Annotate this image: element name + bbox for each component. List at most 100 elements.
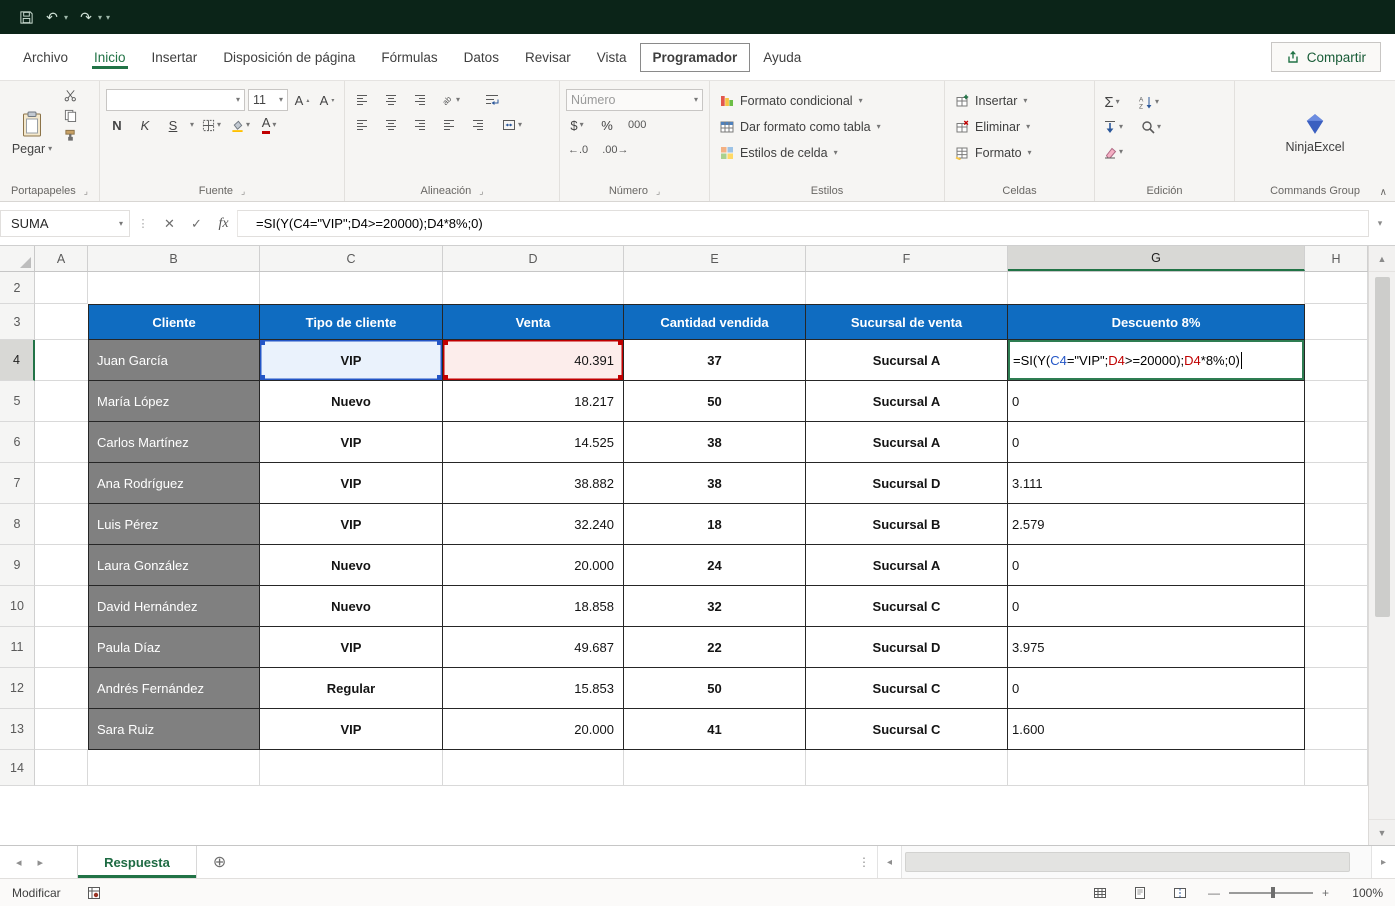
tab-vista[interactable]: Vista (584, 43, 640, 72)
redo-button[interactable]: ↷ (74, 5, 98, 29)
share-button[interactable]: Compartir (1270, 42, 1381, 72)
col-header-E[interactable]: E (624, 246, 806, 271)
col-header-F[interactable]: F (806, 246, 1008, 271)
bold-button[interactable]: N (106, 114, 128, 136)
dialog-launcher-icon[interactable]: ⌟ (84, 186, 88, 197)
undo-chevron-icon[interactable]: ▾ (64, 13, 68, 22)
tab-insertar[interactable]: Insertar (139, 43, 211, 72)
cell-venta[interactable]: 49.687 (443, 627, 624, 668)
grid-cell[interactable] (1305, 668, 1368, 709)
col-header-C[interactable]: C (260, 246, 443, 271)
percent-format-button[interactable]: % (596, 114, 618, 136)
cell-cantidad[interactable]: 37 (624, 340, 806, 381)
format-cells-button[interactable]: Formato ▾ (951, 140, 1088, 166)
grid-cell[interactable] (260, 272, 443, 304)
cell-tipo[interactable]: VIP (260, 709, 443, 750)
cell-descuento[interactable]: 0 (1008, 668, 1305, 709)
zoom-slider-handle[interactable] (1270, 887, 1275, 898)
cell-cliente[interactable]: Laura González (88, 545, 260, 586)
cell-venta[interactable]: 20.000 (443, 545, 624, 586)
comma-format-button[interactable]: 000 (626, 114, 648, 136)
cell-cliente[interactable]: Paula Díaz (88, 627, 260, 668)
cell-tipo[interactable]: VIP (260, 463, 443, 504)
cell-descuento[interactable]: 0 (1008, 381, 1305, 422)
align-middle-icon[interactable] (380, 89, 402, 111)
ref-handle[interactable] (437, 375, 442, 380)
clear-button[interactable]: ▾ (1101, 141, 1125, 163)
grid-cell[interactable] (806, 750, 1008, 786)
row-header-14[interactable]: 14 (0, 750, 35, 786)
header-sucursal[interactable]: Sucursal de venta (806, 304, 1008, 340)
grid-cell[interactable] (1305, 545, 1368, 586)
cell-descuento[interactable]: 0 (1008, 586, 1305, 627)
header-tipo[interactable]: Tipo de cliente (260, 304, 443, 340)
grid-cell[interactable] (35, 463, 88, 504)
grid-cell[interactable] (1305, 586, 1368, 627)
cell-venta-referenced[interactable]: 40.391 (443, 340, 624, 381)
normal-view-icon[interactable] (1088, 883, 1112, 903)
tab-inicio[interactable]: Inicio (81, 43, 139, 72)
grid-cell[interactable] (88, 750, 260, 786)
delete-cells-button[interactable]: Eliminar ▾ (951, 114, 1088, 140)
confirm-entry-button[interactable]: ✓ (183, 210, 210, 237)
cell-venta[interactable]: 32.240 (443, 504, 624, 545)
grid-cell[interactable] (35, 627, 88, 668)
cell-formula-editing[interactable]: =SI(Y(C4="VIP";D4>=20000);D4*8%;0) (1008, 340, 1305, 381)
tab-datos[interactable]: Datos (451, 43, 512, 72)
cell-sucursal[interactable]: Sucursal C (806, 668, 1008, 709)
cell-sucursal[interactable]: Sucursal B (806, 504, 1008, 545)
currency-format-button[interactable]: $ ▾ (566, 114, 588, 136)
row-header[interactable]: 11 (0, 627, 35, 668)
cell-venta[interactable]: 18.217 (443, 381, 624, 422)
cell-cantidad[interactable]: 50 (624, 668, 806, 709)
cell-tipo[interactable]: Nuevo (260, 586, 443, 627)
sheet-tab-respuesta[interactable]: Respuesta (77, 846, 197, 878)
tab-ayuda[interactable]: Ayuda (750, 43, 814, 72)
scroll-left-icon[interactable]: ◂ (877, 846, 901, 878)
grid-cell[interactable] (1305, 340, 1368, 381)
cell-venta[interactable]: 18.858 (443, 586, 624, 627)
paste-button[interactable]: Pegar ▾ (6, 86, 58, 181)
cell-styles-button[interactable]: Estilos de celda ▾ (716, 140, 938, 166)
collapse-ribbon-icon[interactable]: ∧ (1380, 187, 1387, 198)
dialog-launcher-icon[interactable]: ⌟ (479, 186, 483, 197)
col-header-G[interactable]: G (1008, 246, 1305, 271)
row-header[interactable]: 6 (0, 422, 35, 463)
cell-cliente[interactable]: Juan García (88, 340, 260, 381)
zoom-in-button[interactable]: + (1322, 886, 1329, 900)
decrease-decimal-icon[interactable]: .00→ (600, 139, 630, 161)
cell-cantidad[interactable]: 18 (624, 504, 806, 545)
cell-descuento[interactable]: 3.975 (1008, 627, 1305, 668)
cell-cantidad[interactable]: 22 (624, 627, 806, 668)
grid-cell[interactable] (1008, 750, 1305, 786)
row-header[interactable]: 12 (0, 668, 35, 709)
grid-cell[interactable] (443, 750, 624, 786)
cell-cliente[interactable]: David Hernández (88, 586, 260, 627)
cell-cantidad[interactable]: 32 (624, 586, 806, 627)
grid-cell[interactable] (35, 709, 88, 750)
italic-button[interactable]: K (134, 114, 156, 136)
ref-handle[interactable] (618, 375, 623, 380)
save-icon[interactable] (14, 5, 38, 29)
orientation-button[interactable]: ▾ (438, 89, 462, 111)
zoom-out-button[interactable]: — (1208, 886, 1220, 900)
grid-cell[interactable] (1305, 272, 1368, 304)
scroll-up-icon[interactable]: ▲ (1369, 246, 1395, 272)
cell-tipo[interactable]: Nuevo (260, 381, 443, 422)
cell-tipo[interactable]: VIP (260, 422, 443, 463)
grid-cell[interactable] (35, 750, 88, 786)
cell-cliente[interactable]: María López (88, 381, 260, 422)
font-color-button[interactable]: A ▾ (258, 114, 280, 136)
formula-bar-splitter[interactable]: ⋮ (130, 217, 156, 230)
horizontal-scroll-track[interactable] (901, 846, 1371, 878)
vertical-scroll-thumb[interactable] (1374, 277, 1390, 617)
ref-handle[interactable] (260, 375, 265, 380)
grid-cell[interactable] (1305, 750, 1368, 786)
redo-chevron-icon[interactable]: ▾ (98, 13, 102, 22)
cell-sucursal[interactable]: Sucursal C (806, 586, 1008, 627)
cell-venta[interactable]: 15.853 (443, 668, 624, 709)
quick-access-customize-icon[interactable]: ▾ (106, 13, 110, 22)
row-header[interactable]: 7 (0, 463, 35, 504)
cell-sucursal[interactable]: Sucursal D (806, 627, 1008, 668)
grid-cell[interactable] (1305, 381, 1368, 422)
